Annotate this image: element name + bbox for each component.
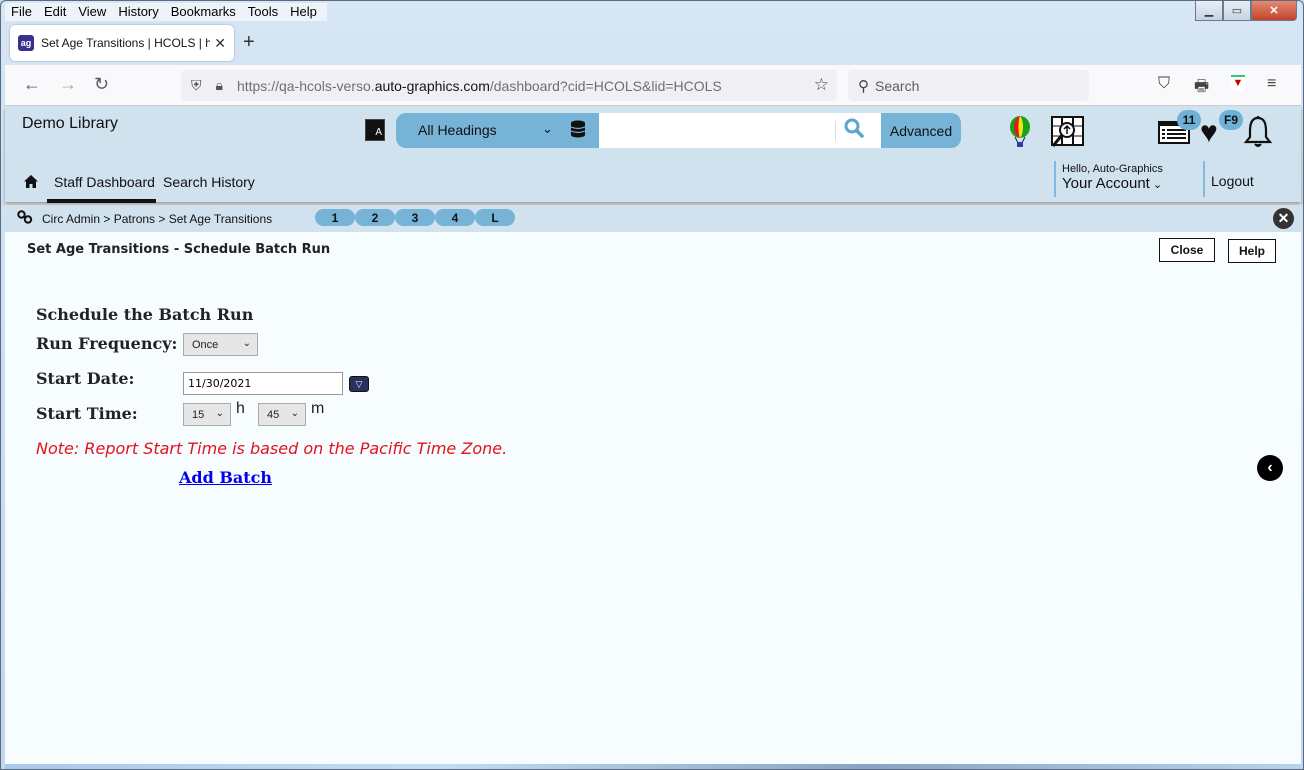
- pill-2[interactable]: 2: [355, 209, 395, 226]
- hour-select[interactable]: 15 ⌄: [183, 403, 231, 426]
- pill-4[interactable]: 4: [435, 209, 475, 226]
- database-icon[interactable]: [570, 120, 586, 143]
- chevron-left-icon[interactable]: ‹: [1257, 455, 1283, 481]
- library-name: Demo Library: [22, 115, 119, 132]
- search-group: All Headings ⌄ Advanced: [396, 113, 961, 148]
- url-bar[interactable]: ⛨ 🔒︎ https://qa-hcols-verso.auto-graphic…: [181, 70, 837, 101]
- help-button[interactable]: Help: [1228, 239, 1276, 263]
- favorites-badge: F9: [1219, 110, 1243, 130]
- close-circle-icon[interactable]: ✕: [1273, 208, 1294, 229]
- navigation-toolbar: ← → ↻ ⛨ 🔒︎ https://qa-hcols-verso.auto-g…: [5, 65, 1301, 106]
- favicon-icon: ag: [18, 35, 34, 51]
- maximize-button[interactable]: ▭: [1223, 1, 1251, 21]
- link-chain-icon: [17, 210, 33, 227]
- minute-unit: m: [311, 400, 325, 417]
- new-tab-button[interactable]: +: [243, 31, 255, 54]
- calendar-dropdown-icon[interactable]: ▽: [349, 376, 369, 392]
- tab-title: Set Age Transitions | HCOLS | hc: [40, 36, 211, 50]
- app-header: Demo Library A All Headings ⌄ Advanced 1…: [5, 106, 1301, 203]
- page-title: Set Age Transitions - Schedule Batch Run: [27, 242, 331, 257]
- chevron-down-icon: ⌄: [1149, 179, 1163, 191]
- breadcrumb[interactable]: Circ Admin > Patrons > Set Age Transitio…: [42, 212, 272, 226]
- chevron-down-icon: ⌄: [242, 338, 251, 349]
- chevron-down-icon[interactable]: ⌄: [542, 121, 553, 137]
- your-account-dropdown[interactable]: Your Account ⌄: [1062, 175, 1204, 192]
- back-icon[interactable]: ←: [23, 74, 41, 95]
- active-tab-indicator: [47, 199, 156, 203]
- window-bottom-border: [5, 764, 1301, 769]
- run-frequency-select[interactable]: Once ⌄: [183, 333, 258, 356]
- window-close-button[interactable]: ✕: [1251, 1, 1297, 21]
- schedule-form: Schedule the Batch Run Run Frequency: On…: [33, 301, 513, 491]
- account-greeting: Hello, Auto-Graphics: [1062, 163, 1163, 175]
- start-date-label: Start Date:: [36, 369, 135, 388]
- hour-unit: h: [236, 400, 245, 417]
- menu-bookmarks[interactable]: Bookmarks: [165, 3, 242, 21]
- nav-staff-dashboard[interactable]: Staff Dashboard: [54, 174, 155, 190]
- account-menu[interactable]: Hello, Auto-Graphics Your Account ⌄: [1054, 161, 1204, 197]
- chevron-down-icon: ⌄: [290, 408, 299, 419]
- url-text[interactable]: https://qa-hcols-verso.auto-graphics.com…: [237, 78, 722, 94]
- reload-icon[interactable]: ↻: [94, 74, 109, 95]
- minimize-button[interactable]: ▁: [1195, 1, 1223, 21]
- menu-edit[interactable]: Edit: [38, 3, 72, 21]
- shield-icon[interactable]: ⛨: [191, 77, 202, 94]
- chevron-down-icon: ⌄: [215, 408, 224, 419]
- menu-help[interactable]: Help: [284, 3, 323, 21]
- translate-icon[interactable]: A: [365, 119, 385, 141]
- search-divider: [835, 121, 836, 141]
- home-icon[interactable]: [23, 174, 39, 194]
- breadcrumb-bar: Circ Admin > Patrons > Set Age Transitio…: [5, 206, 1301, 232]
- list-count-badge: 11: [1177, 110, 1201, 130]
- menu-view[interactable]: View: [72, 3, 112, 21]
- breadcrumb-pills: 1 2 3 4 L: [315, 209, 515, 226]
- run-frequency-label: Run Frequency:: [36, 334, 178, 353]
- hamburger-menu-icon[interactable]: ≡: [1267, 75, 1276, 93]
- search-scope-select[interactable]: All Headings: [418, 122, 497, 138]
- review-search-icon[interactable]: [1049, 115, 1085, 149]
- mcafee-icon[interactable]: ▼: [1231, 75, 1245, 91]
- timezone-note: Note: Report Start Time is based on the …: [36, 439, 508, 458]
- lock-icon[interactable]: 🔒︎: [216, 77, 223, 94]
- browser-search-placeholder: Search: [875, 77, 920, 94]
- notification-bell-icon[interactable]: [1242, 115, 1274, 149]
- forward-icon[interactable]: →: [59, 74, 77, 95]
- menu-tools[interactable]: Tools: [242, 3, 284, 21]
- window-controls: ▁ ▭ ✕: [1195, 1, 1297, 21]
- pill-3[interactable]: 3: [395, 209, 435, 226]
- add-batch-link[interactable]: Add Batch: [179, 468, 272, 487]
- browser-search-box[interactable]: ⚲ Search: [848, 70, 1089, 101]
- pill-1[interactable]: 1: [315, 209, 355, 226]
- start-time-label: Start Time:: [36, 404, 138, 423]
- menu-history[interactable]: History: [112, 3, 164, 21]
- search-icon: ⚲: [858, 77, 869, 95]
- close-button[interactable]: Close: [1159, 238, 1215, 262]
- menu-file[interactable]: File: [5, 3, 38, 21]
- favorites-heart-icon[interactable]: ♥: [1200, 118, 1218, 148]
- pocket-icon[interactable]: ⛉: [1158, 75, 1170, 93]
- print-icon[interactable]: 🖶︎: [1194, 75, 1209, 102]
- tab-close-icon[interactable]: ✕: [214, 35, 226, 52]
- app-viewport: Demo Library A All Headings ⌄ Advanced 1…: [5, 106, 1301, 766]
- nav-search-history[interactable]: Search History: [163, 174, 255, 190]
- bookmark-star-icon[interactable]: ☆: [814, 75, 829, 95]
- form-heading: Schedule the Batch Run: [36, 305, 254, 324]
- search-input[interactable]: [599, 113, 881, 148]
- hot-air-balloon-icon[interactable]: [1008, 116, 1032, 148]
- tab-strip: ag Set Age Transitions | HCOLS | hc ✕ +: [5, 23, 1301, 65]
- advanced-search-button[interactable]: Advanced: [881, 113, 961, 148]
- menu-bar: File Edit View History Bookmarks Tools H…: [5, 3, 327, 21]
- logout-link[interactable]: Logout: [1203, 161, 1254, 197]
- search-button-icon[interactable]: [844, 118, 864, 143]
- start-date-input[interactable]: [183, 372, 343, 395]
- pill-l[interactable]: L: [475, 209, 515, 226]
- browser-tab[interactable]: ag Set Age Transitions | HCOLS | hc ✕: [10, 25, 234, 61]
- browser-window: File Edit View History Bookmarks Tools H…: [0, 0, 1304, 770]
- minute-select[interactable]: 45 ⌄: [258, 403, 306, 426]
